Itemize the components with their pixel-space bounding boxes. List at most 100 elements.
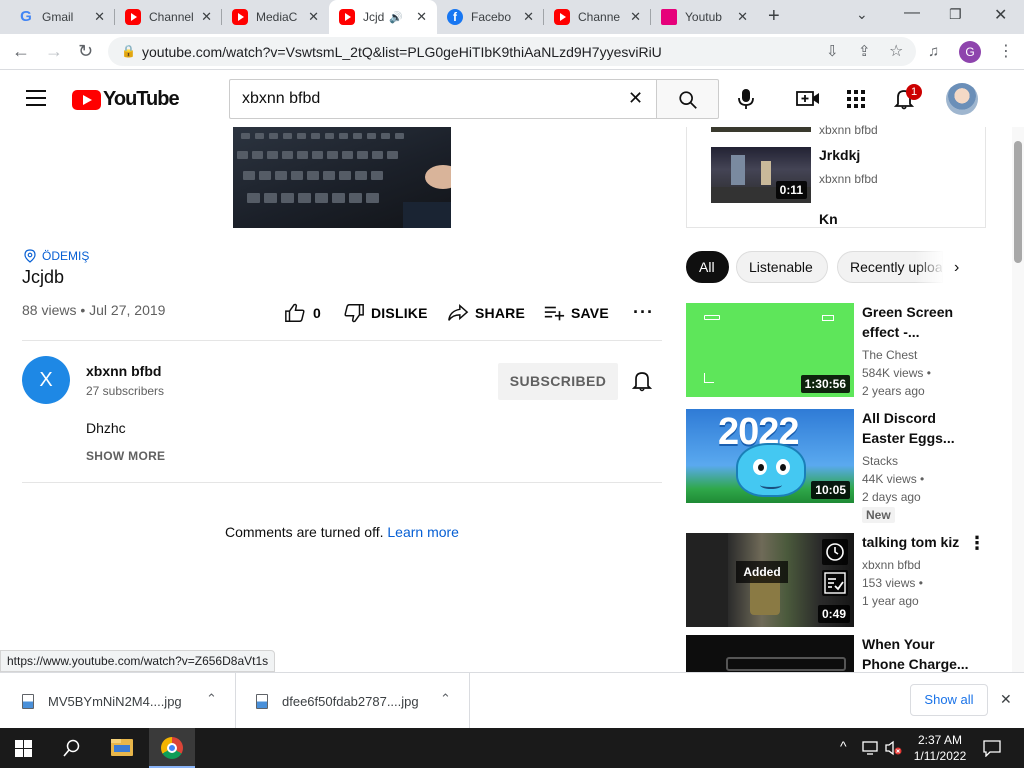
- gmail-icon: G: [20, 8, 32, 25]
- chevron-up-icon[interactable]: ⌃: [206, 691, 217, 707]
- volume-muted-icon[interactable]: [884, 740, 902, 756]
- added-to-queue-icon[interactable]: [822, 570, 848, 596]
- chevron-up-icon[interactable]: ⌃: [440, 691, 451, 707]
- recommendation-thumbnail[interactable]: Added 0:49: [686, 533, 854, 627]
- close-icon[interactable]: ✕: [416, 9, 427, 25]
- recommendation-channel[interactable]: The Chest: [862, 346, 917, 364]
- recommendation-thumbnail[interactable]: 2022 10:05: [686, 409, 854, 503]
- action-center-icon[interactable]: [983, 740, 1001, 757]
- close-icon[interactable]: ✕: [308, 9, 319, 25]
- recommendation-title[interactable]: talking tom kiz: [862, 532, 972, 552]
- video-player[interactable]: [233, 127, 451, 228]
- network-icon[interactable]: [862, 740, 880, 756]
- search-input[interactable]: xbxnn bfbd ✕: [229, 79, 656, 119]
- browser-menu-icon[interactable]: ⋮: [998, 41, 1014, 61]
- tab-facebook[interactable]: f Facebo ✕: [437, 0, 544, 34]
- system-tray-chevron-icon[interactable]: ^: [840, 738, 847, 754]
- download-item[interactable]: dfee6f50fdab2787....jpg ⌃: [256, 673, 470, 729]
- tab-jcjd-active[interactable]: Jcjd 🔊 ✕: [329, 0, 437, 34]
- search-input-value[interactable]: xbxnn bfbd: [242, 90, 320, 108]
- search-icon: [679, 91, 697, 109]
- chevron-right-icon[interactable]: ›: [954, 259, 959, 277]
- show-more-button[interactable]: SHOW MORE: [86, 449, 165, 463]
- playlist-item-title[interactable]: Jrkdkj: [819, 147, 860, 163]
- recommendation-title[interactable]: Green Screen effect -...: [862, 302, 962, 342]
- microphone-icon[interactable]: [736, 87, 756, 111]
- lock-icon[interactable]: 🔒: [121, 44, 136, 58]
- close-downloads-icon[interactable]: ✕: [1000, 691, 1012, 708]
- video-location-text[interactable]: ÖDEMIŞ: [42, 249, 89, 263]
- tab-channel-2[interactable]: Channe ✕: [544, 0, 651, 34]
- watch-later-icon[interactable]: [822, 539, 848, 565]
- windows-start-icon[interactable]: [15, 740, 32, 757]
- window-close-button[interactable]: ✕: [994, 5, 1007, 25]
- playlist-thumbnail-partial[interactable]: [711, 127, 811, 132]
- back-arrow-icon[interactable]: ←: [12, 41, 30, 62]
- share-page-icon[interactable]: ⇪: [858, 42, 871, 60]
- recommendation-title[interactable]: All Discord Easter Eggs...: [862, 408, 962, 448]
- scrollbar-thumb[interactable]: [1014, 141, 1022, 263]
- tab-channel[interactable]: Channel ✕: [115, 0, 222, 34]
- video-location-link[interactable]: ÖDEMIŞ: [24, 249, 89, 263]
- recommendation-thumbnail[interactable]: 1:30:56: [686, 303, 854, 397]
- recommendation-views: 584K views •: [862, 366, 931, 380]
- taskbar-clock[interactable]: 2:37 AM 1/11/2022: [908, 732, 972, 764]
- close-icon[interactable]: ✕: [201, 9, 212, 25]
- playlist-thumbnail[interactable]: 0:11: [711, 147, 811, 203]
- recommendation-age: 2 years ago: [862, 384, 925, 398]
- speaker-icon[interactable]: 🔊: [389, 11, 403, 24]
- chip-listenable[interactable]: Listenable: [736, 251, 828, 283]
- file-explorer-icon[interactable]: [111, 739, 133, 756]
- more-actions-icon[interactable]: ···: [633, 302, 654, 323]
- like-button[interactable]: 0: [284, 302, 321, 324]
- tab-search-icon[interactable]: ⌄: [856, 6, 868, 23]
- chrome-taskbar-button[interactable]: [149, 728, 195, 768]
- page-scrollbar[interactable]: [1012, 127, 1024, 672]
- subscribed-button[interactable]: SUBSCRIBED: [498, 363, 618, 400]
- channel-avatar[interactable]: X: [22, 356, 70, 404]
- hamburger-menu-icon[interactable]: [26, 90, 46, 106]
- clear-search-icon[interactable]: ✕: [628, 88, 643, 109]
- media-control-icon[interactable]: ♫: [928, 43, 939, 60]
- search-button[interactable]: [656, 79, 719, 119]
- learn-more-link[interactable]: Learn more: [387, 524, 459, 540]
- restore-button[interactable]: ❐: [949, 6, 962, 23]
- minimize-button[interactable]: —: [904, 4, 920, 22]
- playlist-next-title[interactable]: Kn: [819, 211, 838, 227]
- download-item[interactable]: MV5BYmNiN2M4....jpg ⌃: [22, 673, 236, 729]
- profile-avatar[interactable]: G: [959, 41, 981, 63]
- recommendation-title[interactable]: When Your Phone Charge...: [862, 634, 972, 672]
- channel-name[interactable]: xbxnn bfbd: [86, 363, 161, 379]
- dislike-button[interactable]: DISLIKE: [343, 302, 428, 324]
- tab-mediac[interactable]: MediaC ✕: [222, 0, 329, 34]
- close-icon[interactable]: ✕: [523, 9, 534, 25]
- chip-all[interactable]: All: [686, 251, 729, 283]
- recommendation-thumbnail[interactable]: [686, 635, 854, 672]
- show-all-downloads-button[interactable]: Show all: [910, 684, 988, 716]
- download-filename[interactable]: MV5BYmNiN2M4....jpg: [48, 694, 182, 709]
- url-text[interactable]: youtube.com/watch?v=VswtsmL_2tQ&list=PLG…: [142, 44, 662, 60]
- taskbar-search-icon[interactable]: [63, 739, 81, 757]
- close-icon[interactable]: ✕: [737, 9, 748, 25]
- install-icon[interactable]: ⇩: [826, 42, 839, 60]
- download-filename[interactable]: dfee6f50fdab2787....jpg: [282, 694, 419, 709]
- recommendation-channel[interactable]: Stacks: [862, 452, 898, 470]
- youtube-logo[interactable]: YouTube: [72, 88, 180, 111]
- save-button[interactable]: SAVE: [543, 302, 609, 324]
- omnibox[interactable]: 🔒 youtube.com/watch?v=VswtsmL_2tQ&list=P…: [108, 37, 916, 66]
- user-avatar[interactable]: [946, 83, 978, 115]
- create-video-icon[interactable]: [796, 88, 820, 110]
- tab-youtube-studio[interactable]: Youtub ✕: [651, 0, 758, 34]
- apps-grid-icon[interactable]: [847, 90, 865, 108]
- forward-arrow-icon[interactable]: →: [45, 41, 63, 62]
- new-tab-button[interactable]: +: [768, 5, 780, 28]
- share-button[interactable]: SHARE: [447, 302, 525, 324]
- recommendation-channel[interactable]: xbxnn bfbd: [862, 556, 921, 574]
- tab-gmail[interactable]: G Gmail ✕: [8, 0, 115, 34]
- reload-icon[interactable]: ↻: [78, 41, 93, 62]
- close-icon[interactable]: ✕: [94, 9, 105, 25]
- more-options-icon[interactable]: ⋮: [968, 533, 986, 554]
- bookmark-star-icon[interactable]: ☆: [889, 41, 903, 61]
- close-icon[interactable]: ✕: [630, 9, 641, 25]
- subscription-bell-icon[interactable]: [632, 370, 652, 392]
